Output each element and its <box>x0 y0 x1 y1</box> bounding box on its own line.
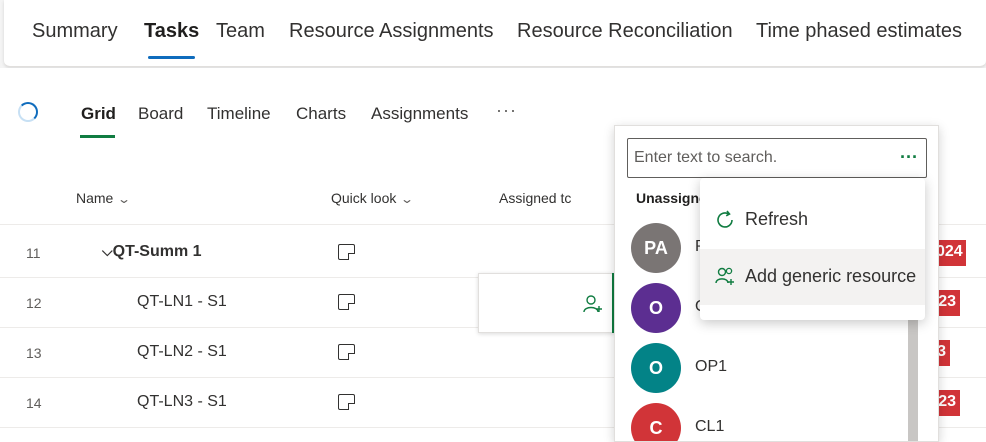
add-person-icon[interactable] <box>583 294 603 314</box>
avatar: C <box>631 403 681 441</box>
scrollbar[interactable] <box>906 316 920 441</box>
notes-icon[interactable] <box>338 244 355 260</box>
view-tab-timeline[interactable]: Timeline <box>207 104 271 124</box>
menu-item-label: Add generic resource <box>745 266 917 286</box>
active-tab-indicator <box>148 56 195 59</box>
loading-spinner-icon <box>18 102 38 122</box>
notes-icon[interactable] <box>338 344 355 360</box>
task-name[interactable]: ⌵QT-Summ 1 <box>102 243 202 261</box>
notes-icon[interactable] <box>338 294 355 310</box>
task-name-text: QT-Summ 1 <box>112 243 202 260</box>
tab-resource-assignments[interactable]: Resource Assignments <box>289 20 494 43</box>
avatar: PA <box>631 223 681 273</box>
tab-team[interactable]: Team <box>216 20 265 43</box>
row-number: 11 <box>26 245 41 261</box>
notes-icon[interactable] <box>338 394 355 410</box>
assigned-to-cell-editor[interactable] <box>478 273 618 333</box>
search-input[interactable] <box>634 147 884 169</box>
task-name[interactable]: QT-LN2 - S1 <box>137 343 227 361</box>
tab-tasks[interactable]: Tasks <box>144 20 199 43</box>
row-number: 14 <box>26 395 42 411</box>
avatar: O <box>631 343 681 393</box>
view-tab-assignments[interactable]: Assignments <box>371 104 468 124</box>
view-tab-board[interactable]: Board <box>138 104 183 124</box>
task-name[interactable]: QT-LN1 - S1 <box>137 293 227 311</box>
tab-resource-reconciliation[interactable]: Resource Reconciliation <box>517 20 733 43</box>
column-quick-look-label: Quick look <box>331 190 397 206</box>
column-header-assigned-to[interactable]: Assigned tc <box>499 190 571 206</box>
more-options-button[interactable]: ··· <box>900 147 918 168</box>
active-view-indicator <box>80 135 115 138</box>
more-views-button[interactable]: ··· <box>496 100 517 121</box>
column-header-name[interactable]: Name ⌄ <box>76 190 132 206</box>
tab-time-phased-estimates[interactable]: Time phased estimates <box>756 20 962 43</box>
resource-name: OP1 <box>695 358 728 375</box>
menu-item-add-generic-resource[interactable]: Add generic resource <box>700 249 925 305</box>
view-tab-charts[interactable]: Charts <box>296 104 346 124</box>
row-number: 13 <box>26 345 42 361</box>
column-name-label: Name <box>76 190 114 206</box>
menu-item-refresh[interactable]: Refresh <box>700 192 925 248</box>
top-nav-bar: Summary Tasks Team Resource Assignments … <box>4 0 986 67</box>
view-tab-grid[interactable]: Grid <box>81 104 116 124</box>
more-options-menu: Refresh Add generic resource <box>700 178 925 320</box>
scrollbar-thumb[interactable] <box>908 316 918 441</box>
row-number: 12 <box>26 295 42 311</box>
task-name[interactable]: QT-LN3 - S1 <box>137 393 227 411</box>
refresh-icon <box>717 210 733 228</box>
chevron-down-icon[interactable]: ⌵ <box>102 243 113 259</box>
resource-option[interactable]: O OP1 <box>631 343 931 395</box>
avatar: O <box>631 283 681 333</box>
add-people-icon <box>715 267 734 285</box>
search-field[interactable]: ··· <box>627 138 927 178</box>
resource-name: CL1 <box>695 418 725 435</box>
menu-item-label: Refresh <box>745 209 809 229</box>
resource-option[interactable]: C CL1 <box>631 403 931 441</box>
chevron-down-icon: ⌄ <box>400 192 415 206</box>
tab-summary[interactable]: Summary <box>32 20 118 43</box>
column-header-quick-look[interactable]: Quick look ⌄ <box>331 190 415 206</box>
chevron-down-icon: ⌄ <box>117 192 132 206</box>
column-assigned-to-label: Assigned tc <box>499 190 572 206</box>
